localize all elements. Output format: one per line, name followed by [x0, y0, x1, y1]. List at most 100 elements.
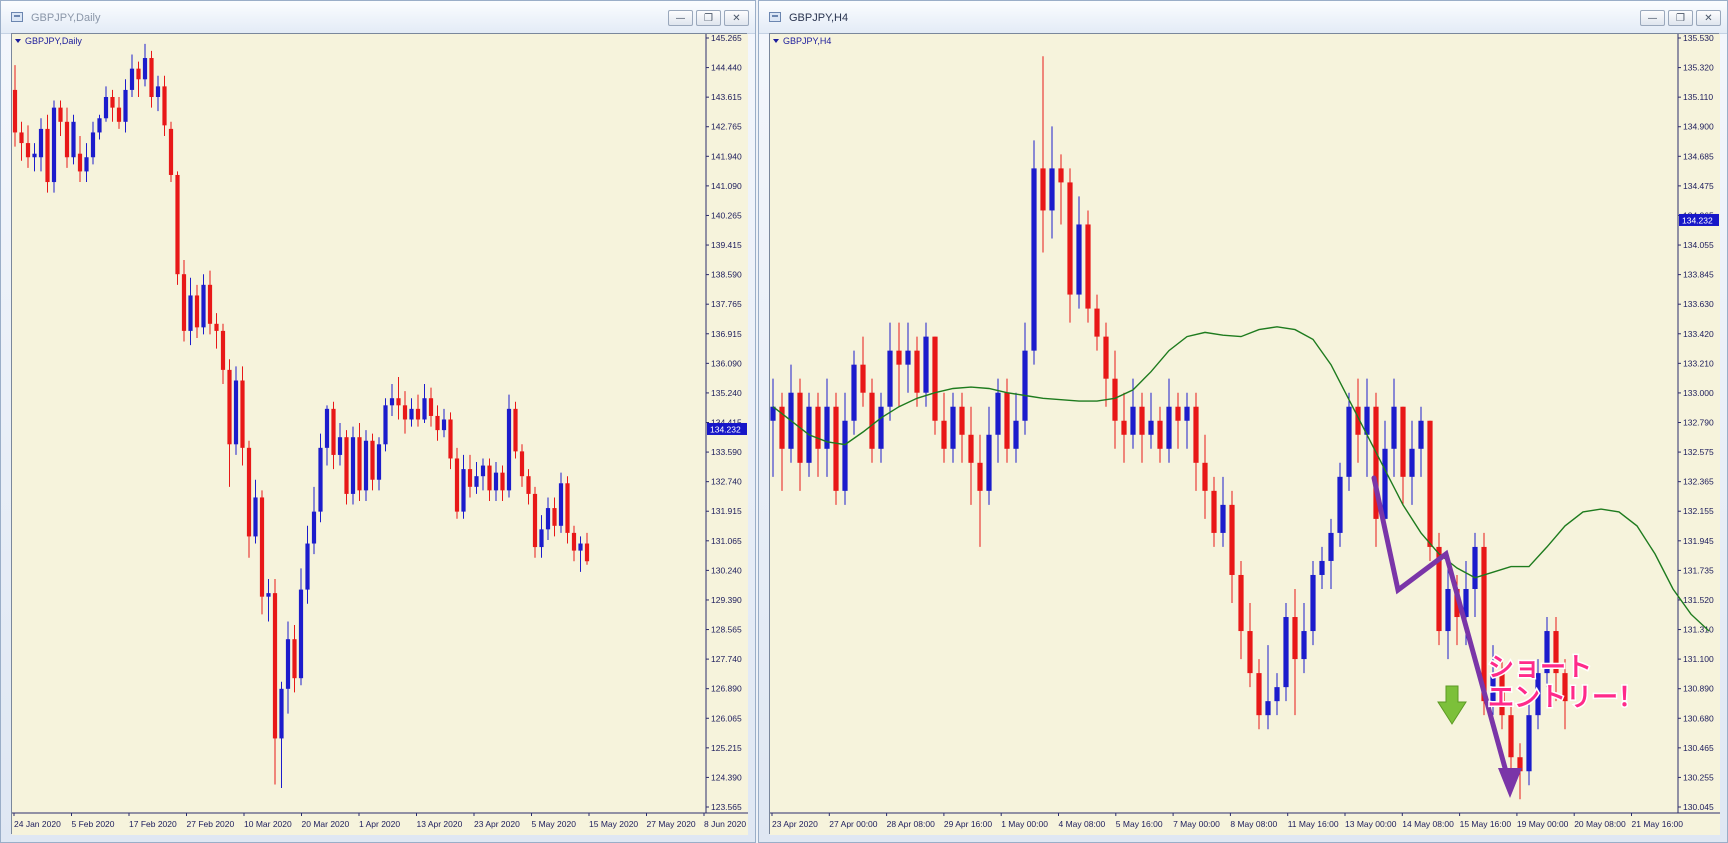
candlestick-chart-daily[interactable]: GBPJPY,Daily 145.265 144.440 143.615 142.765…: [11, 33, 748, 835]
candle-bull: [188, 295, 193, 331]
price-tick-label: 131.065: [711, 536, 742, 546]
current-price-tag-label: 134.232: [1682, 215, 1713, 225]
candle-bear: [116, 107, 122, 122]
chart-window-h4[interactable]: GBPJPY,H4 — ❐ ✕ GBPJPY,H4 135.530 135.320 1…: [758, 0, 1728, 843]
candle-bull: [1274, 687, 1280, 702]
candle-bear: [500, 472, 505, 491]
candle-bear: [1112, 378, 1118, 421]
close-button[interactable]: ✕: [724, 10, 749, 26]
candle-bear: [1067, 182, 1073, 295]
candle-bear: [1085, 224, 1091, 309]
price-tick-label: 137.765: [711, 299, 742, 309]
price-tick-label: 135.320: [1683, 63, 1714, 73]
time-tick-label: 15 May 16:00: [1460, 819, 1512, 829]
candle-bull: [1301, 631, 1307, 660]
maximize-button[interactable]: ❐: [696, 10, 721, 26]
candle-bear: [1040, 168, 1046, 211]
candle-bear: [968, 434, 974, 463]
time-tick-label: 21 May 16:00: [1632, 819, 1684, 829]
candle-bull: [1013, 420, 1019, 449]
titlebar-h4[interactable]: GBPJPY,H4 — ❐ ✕: [759, 1, 1727, 34]
candle-bull: [383, 405, 388, 445]
candle-bear: [227, 369, 232, 445]
candle-bear: [571, 532, 577, 551]
candle-bear: [402, 405, 408, 420]
candle-bull: [363, 440, 369, 491]
candle-bull: [1319, 560, 1325, 575]
candle-bull: [1526, 715, 1532, 772]
minimize-button[interactable]: —: [1640, 10, 1665, 26]
candle-bear: [110, 97, 115, 108]
price-tick-label: 130.045: [1683, 802, 1714, 812]
candle-bear: [240, 380, 245, 448]
candle-bear: [220, 330, 226, 370]
chart-symbol-label: GBPJPY,H4: [783, 36, 831, 46]
price-tick-label: 134.055: [1683, 240, 1714, 250]
price-tick-label: 133.630: [1683, 299, 1714, 309]
time-tick-label: 10 Mar 2020: [244, 819, 292, 829]
candle-bull: [279, 688, 284, 739]
minimize-button[interactable]: —: [668, 10, 693, 26]
price-tick-label: 134.900: [1683, 122, 1714, 132]
candle-bull: [1391, 406, 1397, 449]
candle-bull: [298, 589, 304, 679]
time-tick-label: 27 May 2020: [647, 819, 696, 829]
candle-bear: [45, 128, 50, 183]
price-tick-label: 133.000: [1683, 388, 1714, 398]
candle-bear: [136, 68, 141, 80]
candle-bear: [415, 408, 421, 420]
price-tick-label: 132.740: [711, 477, 742, 487]
candle-bull: [923, 336, 929, 393]
candle-bull: [305, 543, 310, 590]
candle-bear: [1094, 308, 1100, 337]
candle-bear: [1400, 406, 1406, 477]
current-price-tag-label: 134.232: [710, 424, 741, 434]
candle-bull: [539, 529, 544, 548]
price-tick-label: 133.845: [1683, 270, 1714, 280]
price-tick-label: 126.890: [711, 684, 742, 694]
candle-bull: [1310, 574, 1316, 632]
candle-bull: [324, 408, 330, 448]
price-tick-label: 139.415: [711, 240, 742, 250]
price-tick-label: 127.740: [711, 654, 742, 664]
price-tick-label: 141.090: [711, 181, 742, 191]
candle-bull: [1472, 546, 1478, 589]
titlebar-daily[interactable]: GBPJPY,Daily — ❐ ✕: [1, 1, 755, 34]
candle-bull: [155, 86, 161, 98]
candlestick-chart-h4[interactable]: GBPJPY,H4 135.530 135.320 135.110 134.900 134…: [769, 33, 1720, 835]
candle-bear: [1103, 336, 1109, 379]
candle-bull: [842, 420, 848, 491]
candle-bear: [869, 392, 875, 449]
maximize-button[interactable]: ❐: [1668, 10, 1693, 26]
window-title: GBPJPY,Daily: [31, 12, 101, 24]
candle-bear: [454, 458, 460, 512]
candle-bull: [461, 469, 466, 512]
candle-bear: [532, 493, 538, 548]
candle-bear: [552, 508, 557, 526]
candle-bear: [175, 174, 180, 275]
price-tick-label: 135.240: [711, 388, 742, 398]
candle-bear: [259, 497, 265, 597]
candle-bear: [207, 284, 213, 324]
candle-bull: [266, 593, 271, 597]
candle-bear: [181, 274, 187, 331]
candle-bull: [558, 483, 564, 526]
price-tick-label: 131.100: [1683, 654, 1714, 664]
time-tick-label: 24 Jan 2020: [14, 819, 61, 829]
price-tick-label: 135.110: [1683, 92, 1713, 102]
chart-window-daily[interactable]: GBPJPY,Daily — ❐ ✕ GBPJPY,Daily 145.265 14…: [0, 0, 756, 843]
price-tick-label: 126.065: [711, 713, 742, 723]
price-tick-label: 145.265: [711, 34, 742, 43]
close-button[interactable]: ✕: [1696, 10, 1721, 26]
candle-bull: [84, 157, 89, 172]
chart-symbol-label: GBPJPY,Daily: [25, 36, 82, 46]
candle-bear: [467, 469, 473, 487]
candle-bear: [246, 447, 252, 537]
time-tick-label: 4 May 08:00: [1059, 819, 1106, 829]
price-tick-label: 125.215: [711, 743, 742, 753]
candle-bear: [1256, 673, 1262, 716]
candle-bull: [1328, 532, 1334, 561]
candle-bear: [168, 128, 174, 175]
candle-bear: [914, 350, 920, 393]
price-tick-label: 131.735: [1683, 565, 1714, 575]
